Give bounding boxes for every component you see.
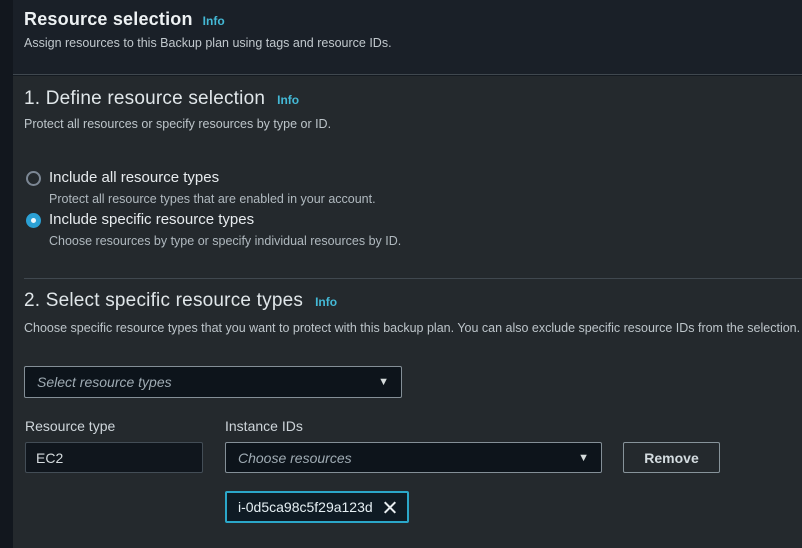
section2-heading: 2. Select specific resource types xyxy=(24,290,303,312)
panel-title-row: Resource selection Info xyxy=(24,9,225,30)
section2-description: Choose specific resource types that you … xyxy=(24,321,800,335)
instance-ids-placeholder: Choose resources xyxy=(238,450,570,466)
page-title: Resource selection xyxy=(24,9,193,30)
resource-type-label: Resource type xyxy=(25,418,115,434)
section2-info-link[interactable]: Info xyxy=(315,295,337,309)
panel-subtitle: Assign resources to this Backup plan usi… xyxy=(24,36,392,50)
panel-info-link[interactable]: Info xyxy=(203,14,225,28)
section-divider xyxy=(24,278,802,279)
section1-info-link[interactable]: Info xyxy=(277,93,299,107)
radio-description: Protect all resource types that are enab… xyxy=(49,192,376,206)
instance-token-value: i-0d5ca98c5f29a123d xyxy=(238,499,373,515)
resource-types-placeholder: Select resource types xyxy=(37,374,370,390)
resource-type-field[interactable]: EC2 xyxy=(25,442,203,473)
radio-label[interactable]: Include specific resource types xyxy=(49,211,401,228)
chevron-down-icon: ▼ xyxy=(378,376,389,388)
instance-ids-select[interactable]: Choose resources ▼ xyxy=(225,442,602,473)
resource-selection-header: Resource selection Info Assign resources… xyxy=(13,0,802,75)
section1-heading: 1. Define resource selection xyxy=(24,88,265,110)
radio-option-include-all[interactable]: Include all resource types Protect all r… xyxy=(26,169,376,206)
content-area: 1. Define resource selection Info Protec… xyxy=(13,76,802,548)
radio-option-include-specific[interactable]: Include specific resource types Choose r… xyxy=(26,211,401,248)
radio-unselected-icon[interactable] xyxy=(26,171,41,186)
left-gutter xyxy=(0,0,13,548)
chevron-down-icon: ▼ xyxy=(578,452,589,464)
resource-types-select[interactable]: Select resource types ▼ xyxy=(24,366,402,398)
instance-ids-label: Instance IDs xyxy=(225,418,303,434)
radio-selected-icon[interactable] xyxy=(26,213,41,228)
close-icon[interactable] xyxy=(383,500,397,514)
radio-label[interactable]: Include all resource types xyxy=(49,169,376,186)
section1-heading-row: 1. Define resource selection Info xyxy=(24,88,299,110)
instance-token: i-0d5ca98c5f29a123d xyxy=(225,491,409,523)
remove-button[interactable]: Remove xyxy=(623,442,720,473)
section1-description: Protect all resources or specify resourc… xyxy=(24,117,331,131)
section2-heading-row: 2. Select specific resource types Info xyxy=(24,290,337,312)
radio-description: Choose resources by type or specify indi… xyxy=(49,234,401,248)
